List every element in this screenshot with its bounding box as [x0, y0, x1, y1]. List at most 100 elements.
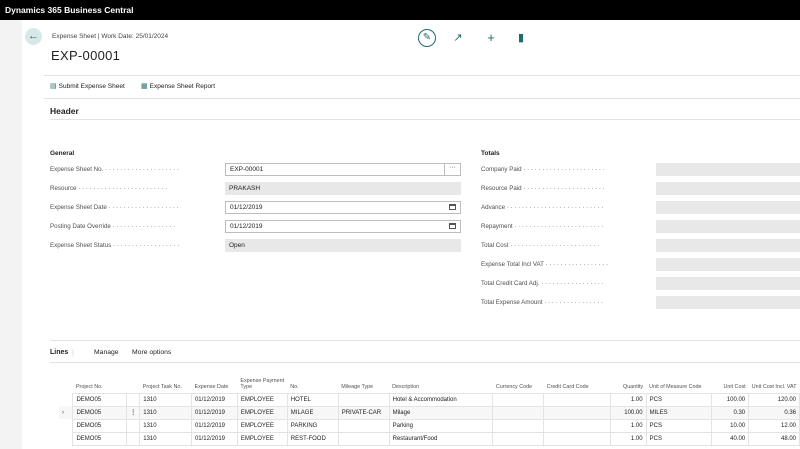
header-section-title[interactable]: Header [50, 106, 79, 116]
repayment-field [656, 220, 800, 233]
cell-mileage-type[interactable]: PRIVATE-CAR [337, 405, 390, 420]
back-arrow-icon[interactable]: ← [25, 28, 42, 45]
cell-expense-payment-type[interactable]: EMPLOYEE [236, 418, 288, 433]
cell-expense-payment-type[interactable]: EMPLOYEE [236, 392, 288, 407]
col-header-unit-of-measure-code[interactable]: Unit of Measure Code [646, 369, 712, 393]
cell-currency-code[interactable] [492, 418, 545, 433]
cell-quantity[interactable]: 100.00 [609, 405, 647, 420]
cell-unit-cost[interactable]: 100.00 [711, 392, 750, 407]
lines-top-divider [50, 340, 800, 341]
expense-sheet-no-field[interactable]: EXP-00001 ··· [225, 163, 461, 176]
grid-header-row: Project No. Project Task No. Expense Dat… [59, 369, 800, 393]
cell-expense-payment-type[interactable]: EMPLOYEE [236, 405, 288, 420]
posting-date-override-field[interactable]: 01/12/2019 [225, 220, 461, 233]
calendar-icon[interactable] [449, 223, 456, 229]
submit-expense-sheet-action[interactable]: ▤ Submit Expense Sheet [50, 82, 125, 90]
cell-unit-cost-incl-vat[interactable]: 0.36 [748, 405, 800, 420]
cell-unit-cost[interactable]: 40.00 [711, 431, 750, 446]
table-row[interactable]: › DEMO05 ⋮ 1310 01/12/2019 EMPLOYEE MILA… [59, 405, 800, 420]
cell-credit-card-code[interactable] [543, 418, 611, 433]
cell-no[interactable]: HOTEL [286, 392, 339, 407]
cell-description[interactable]: Parking [388, 418, 494, 433]
table-row[interactable]: DEMO05 1310 01/12/2019 EMPLOYEE REST-FOO… [59, 431, 800, 446]
cell-no[interactable]: PARKING [286, 418, 339, 433]
cell-mileage-type[interactable] [337, 418, 390, 433]
company-paid-field [656, 163, 800, 176]
expense-sheet-date-field[interactable]: 01/12/2019 [225, 201, 461, 214]
col-header-project-no[interactable]: Project No. [73, 369, 127, 393]
cell-unit-of-measure-code[interactable]: PCS [645, 392, 713, 407]
share-icon[interactable]: ↗ [449, 29, 467, 47]
cell-project-no[interactable]: DEMO05 [72, 431, 128, 446]
lookup-ellipsis-button[interactable]: ··· [444, 163, 460, 176]
cell-expense-date[interactable]: 01/12/2019 [190, 392, 238, 407]
col-header-unit-cost-incl-vat[interactable]: Unit Cost Incl. VAT [749, 369, 800, 393]
col-header-description[interactable]: Description [389, 369, 493, 393]
row-menu-header [127, 369, 140, 393]
expense-total-incl-vat-field [656, 258, 800, 271]
field-label-expense-total-incl-vat: Expense Total Incl VAT · · · · · · · · ·… [481, 261, 609, 268]
lines-title[interactable]: Lines [50, 349, 68, 356]
cell-quantity[interactable]: 1.00 [609, 418, 647, 433]
cell-unit-cost-incl-vat[interactable]: 120.00 [748, 392, 800, 407]
col-header-project-task-no[interactable]: Project Task No. [140, 369, 192, 393]
cell-no[interactable]: REST-FOOD [286, 431, 339, 446]
cell-currency-code[interactable] [492, 405, 545, 420]
cell-unit-cost[interactable]: 0.30 [711, 405, 750, 420]
cell-project-no[interactable]: DEMO05 [72, 405, 128, 420]
col-header-expense-date[interactable]: Expense Date [191, 369, 237, 393]
cell-description[interactable]: Hotel & Accommodation [388, 392, 494, 407]
col-header-mileage-type[interactable]: Mileage Type [338, 369, 389, 393]
cell-credit-card-code[interactable] [543, 405, 611, 420]
manage-menu[interactable]: Manage [94, 349, 119, 356]
cell-credit-card-code[interactable] [543, 431, 611, 446]
cell-unit-of-measure-code[interactable]: PCS [645, 418, 713, 433]
field-label-posting-date-override: Posting Date Override · · · · · · · · · … [50, 223, 176, 230]
cell-mileage-type[interactable] [337, 431, 390, 446]
cell-expense-date[interactable]: 01/12/2019 [190, 431, 238, 446]
cell-mileage-type[interactable] [337, 392, 390, 407]
pencil-icon[interactable]: ✎ [418, 29, 436, 47]
row-actions-ellipsis-icon[interactable]: ⋮ [130, 410, 136, 416]
cell-unit-of-measure-code[interactable]: PCS [645, 431, 713, 446]
cell-currency-code[interactable] [492, 392, 545, 407]
cell-expense-payment-type[interactable]: EMPLOYEE [236, 431, 288, 446]
cell-quantity[interactable]: 1.00 [609, 392, 647, 407]
cell-currency-code[interactable] [492, 431, 545, 446]
cell-project-no[interactable]: DEMO05 [72, 418, 128, 433]
cell-credit-card-code[interactable] [543, 392, 611, 407]
cell-unit-cost[interactable]: 10.00 [711, 418, 750, 433]
cell-unit-cost-incl-vat[interactable]: 48.00 [748, 431, 800, 446]
calendar-icon[interactable] [449, 204, 456, 210]
col-header-currency-code[interactable]: Currency Code [493, 369, 544, 393]
trash-icon[interactable]: ▮ [512, 29, 530, 47]
cell-project-task-no[interactable]: 1310 [139, 405, 192, 420]
cell-expense-date[interactable]: 01/12/2019 [190, 418, 238, 433]
row-menu-cell [126, 431, 141, 446]
cell-project-task-no[interactable]: 1310 [139, 418, 192, 433]
table-row[interactable]: DEMO05 1310 01/12/2019 EMPLOYEE HOTEL Ho… [59, 392, 800, 407]
cell-project-no[interactable]: DEMO05 [72, 392, 128, 407]
field-label-resource-paid: Resource Paid · · · · · · · · · · · · · … [481, 185, 605, 192]
cell-expense-date[interactable]: 01/12/2019 [190, 405, 238, 420]
table-row[interactable]: DEMO05 1310 01/12/2019 EMPLOYEE PARKING … [59, 418, 800, 433]
cell-project-task-no[interactable]: 1310 [139, 431, 192, 446]
col-header-credit-card-code[interactable]: Credit Card Code [544, 369, 611, 393]
cell-no[interactable]: MILAGE [286, 405, 339, 420]
more-options-menu[interactable]: More options [132, 349, 171, 356]
col-header-unit-cost[interactable]: Unit Cost [712, 369, 749, 393]
field-label-expense-sheet-no: Expense Sheet No. · · · · · · · · · · · … [50, 166, 179, 173]
cell-quantity[interactable]: 1.00 [609, 431, 647, 446]
col-header-quantity[interactable]: Quantity [610, 369, 646, 393]
row-menu-cell[interactable]: ⋮ [126, 405, 141, 420]
cell-unit-cost-incl-vat[interactable]: 12.00 [748, 418, 800, 433]
col-header-expense-payment-type[interactable]: Expense Payment Type [237, 369, 287, 393]
col-header-no[interactable]: No. [287, 369, 338, 393]
row-marker [59, 393, 73, 406]
cell-description[interactable]: Restaurant/Food [388, 431, 494, 446]
cell-description[interactable]: Milage [388, 405, 494, 420]
plus-icon[interactable]: + [482, 29, 500, 47]
expense-sheet-report-action[interactable]: ▦ Expense Sheet Report [141, 82, 215, 90]
cell-project-task-no[interactable]: 1310 [139, 392, 192, 407]
cell-unit-of-measure-code[interactable]: MILES [645, 405, 713, 420]
